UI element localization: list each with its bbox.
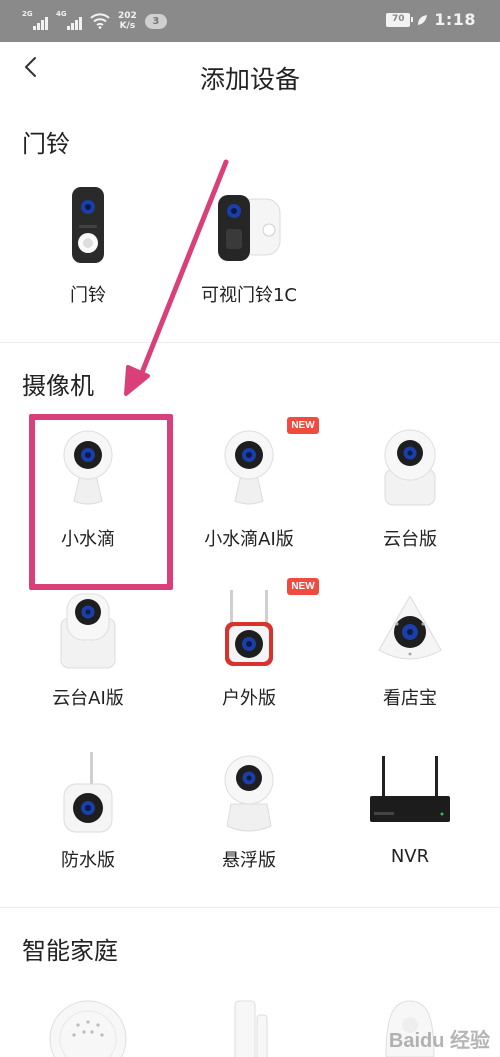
- arrow-annotation-icon: [124, 159, 229, 396]
- watermark: Baidu 经验: [388, 1030, 490, 1052]
